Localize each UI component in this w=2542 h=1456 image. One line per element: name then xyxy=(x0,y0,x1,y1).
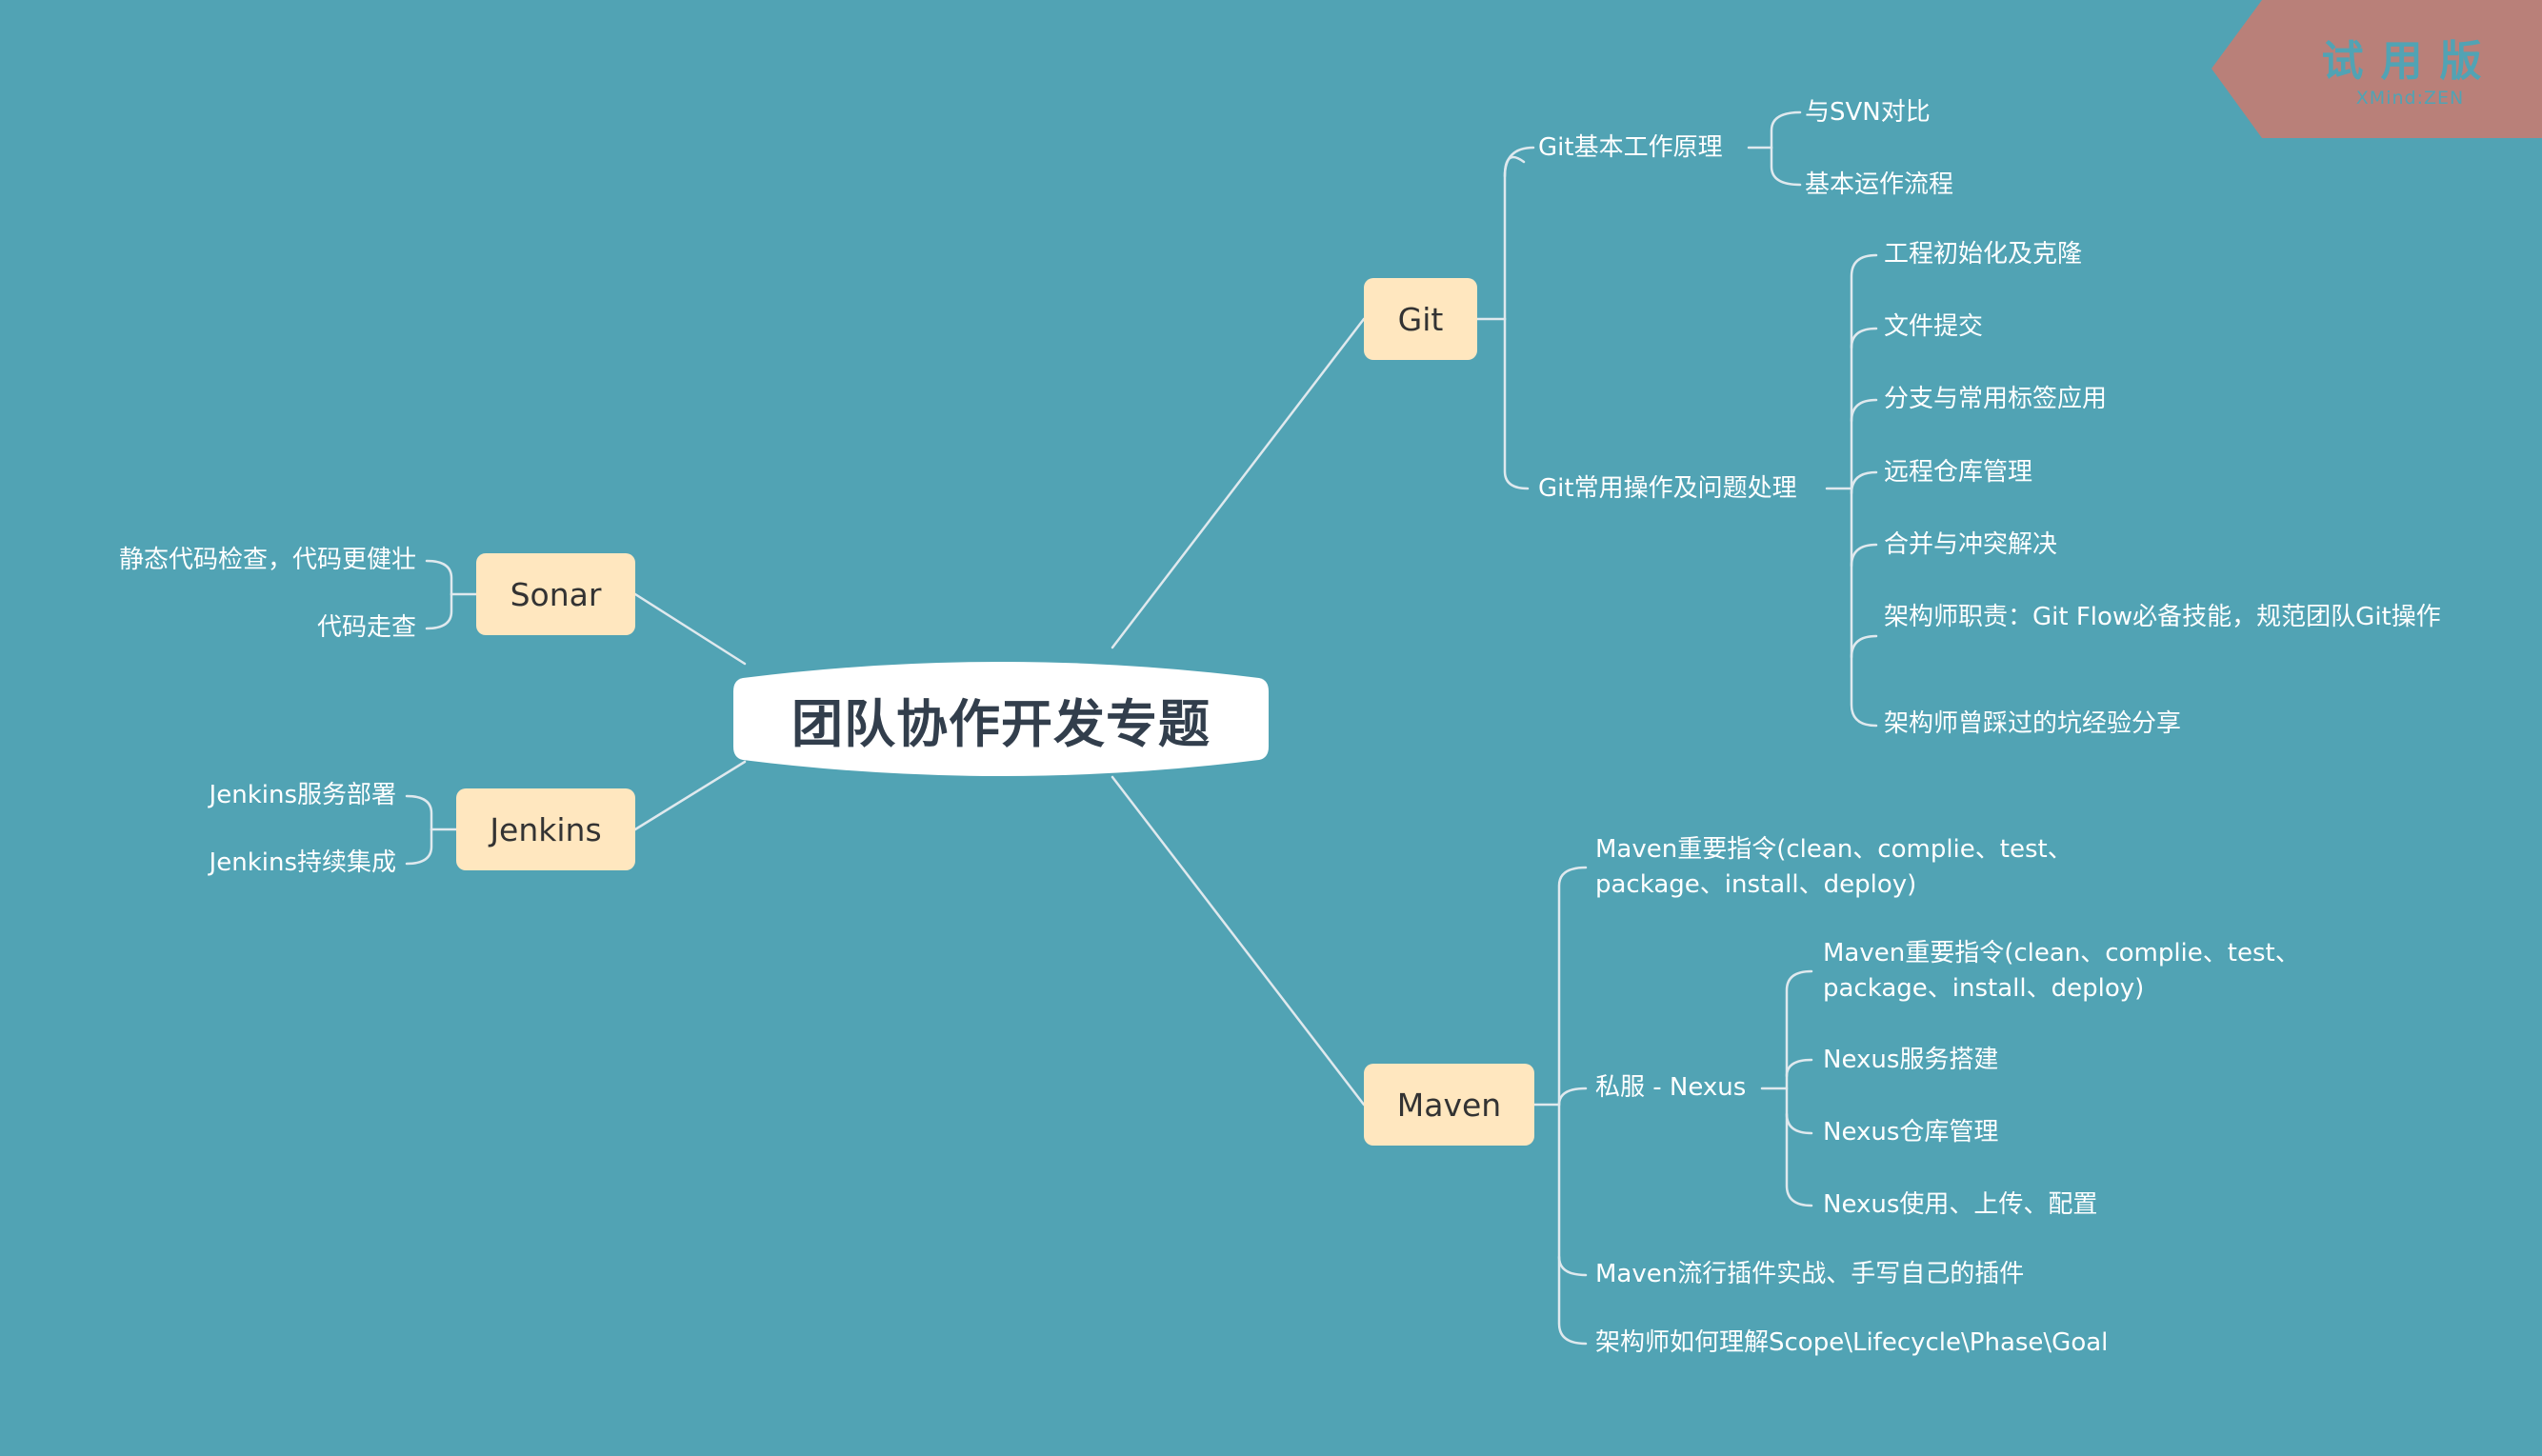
topic-merge-conflict[interactable]: 合并与冲突解决 xyxy=(1884,528,2057,563)
subtopic-maven-plugins[interactable]: Maven流行插件实战、手写自己的插件 xyxy=(1595,1257,2024,1292)
central-topic[interactable]: 团队协作开发专题 xyxy=(733,657,1269,781)
topic-nexus-maven-commands-line1: Maven重要指令(clean、complie、test、 xyxy=(1823,939,2300,967)
connector-git-sub1-a xyxy=(1503,146,1535,178)
topic-basic-workflow[interactable]: 基本运作流程 xyxy=(1805,168,1953,203)
watermark-subtitle: XMind:ZEN xyxy=(2355,88,2465,109)
connector-central-git xyxy=(1111,317,1366,649)
connector-central-jenkins xyxy=(633,760,747,831)
main-topic-jenkins[interactable]: Jenkins xyxy=(456,788,635,870)
connector-git-sub1 xyxy=(1503,155,1526,321)
subtopic-git-common-ops[interactable]: Git常用操作及问题处理 xyxy=(1538,471,1797,507)
trial-watermark: 试用版 XMind:ZEN xyxy=(2212,0,2542,138)
topic-nexus-usage[interactable]: Nexus使用、上传、配置 xyxy=(1823,1187,2097,1223)
subtopic-maven-commands[interactable]: Maven重要指令(clean、complie、test、 package、in… xyxy=(1595,832,2072,903)
watermark-title: 试用版 xyxy=(2321,37,2499,86)
main-topic-git-label: Git xyxy=(1397,300,1444,338)
topic-jenkins-deploy[interactable]: Jenkins服务部署 xyxy=(210,778,396,813)
main-topic-sonar-label: Sonar xyxy=(510,575,602,613)
topic-nexus-maven-commands-line2: package、install、deploy) xyxy=(1823,974,2145,1003)
topic-architect-duty-gitflow[interactable]: 架构师职责：Git Flow必备技能，规范团队Git操作 xyxy=(1884,600,2455,635)
topic-nexus-repo-mgmt[interactable]: Nexus仓库管理 xyxy=(1823,1115,1998,1150)
subtopic-nexus[interactable]: 私服 - Nexus xyxy=(1595,1070,1746,1106)
topic-file-commit[interactable]: 文件提交 xyxy=(1884,309,1983,345)
main-topic-sonar[interactable]: Sonar xyxy=(476,553,635,635)
subtopic-git-basic-principle[interactable]: Git基本工作原理 xyxy=(1538,130,1723,166)
topic-remote-repo[interactable]: 远程仓库管理 xyxy=(1884,455,2032,490)
connector-central-sonar xyxy=(633,592,747,666)
connector-git-sub2 xyxy=(1503,317,1530,490)
topic-nexus-maven-commands[interactable]: Maven重要指令(clean、complie、test、 package、in… xyxy=(1823,936,2300,1007)
subtopic-maven-scope-lifecycle[interactable]: 架构师如何理解Scope\Lifecycle\Phase\Goal xyxy=(1595,1326,2108,1361)
subtopic-maven-commands-line2: package、install、deploy) xyxy=(1595,870,1917,899)
topic-nexus-setup[interactable]: Nexus服务搭建 xyxy=(1823,1043,1998,1078)
main-topic-git[interactable]: Git xyxy=(1364,278,1477,360)
main-topic-maven-label: Maven xyxy=(1396,1086,1502,1124)
topic-svn-comparison[interactable]: 与SVN对比 xyxy=(1805,95,1931,130)
topic-code-walkthrough[interactable]: 代码走查 xyxy=(317,610,416,646)
main-topic-maven[interactable]: Maven xyxy=(1364,1064,1534,1146)
connector-central-maven xyxy=(1111,775,1366,1107)
subtopic-maven-commands-line1: Maven重要指令(clean、complie、test、 xyxy=(1595,835,2072,864)
topic-static-code-check[interactable]: 静态代码检查，代码更健壮 xyxy=(119,543,416,578)
topic-jenkins-ci[interactable]: Jenkins持续集成 xyxy=(210,846,396,881)
topic-branch-tag[interactable]: 分支与常用标签应用 xyxy=(1884,382,2107,417)
main-topic-jenkins-label: Jenkins xyxy=(490,810,602,848)
central-topic-label: 团队协作开发专题 xyxy=(791,693,1211,754)
topic-init-clone[interactable]: 工程初始化及克隆 xyxy=(1884,237,2082,272)
topic-pitfall-experience[interactable]: 架构师曾踩过的坑经验分享 xyxy=(1884,707,2181,742)
